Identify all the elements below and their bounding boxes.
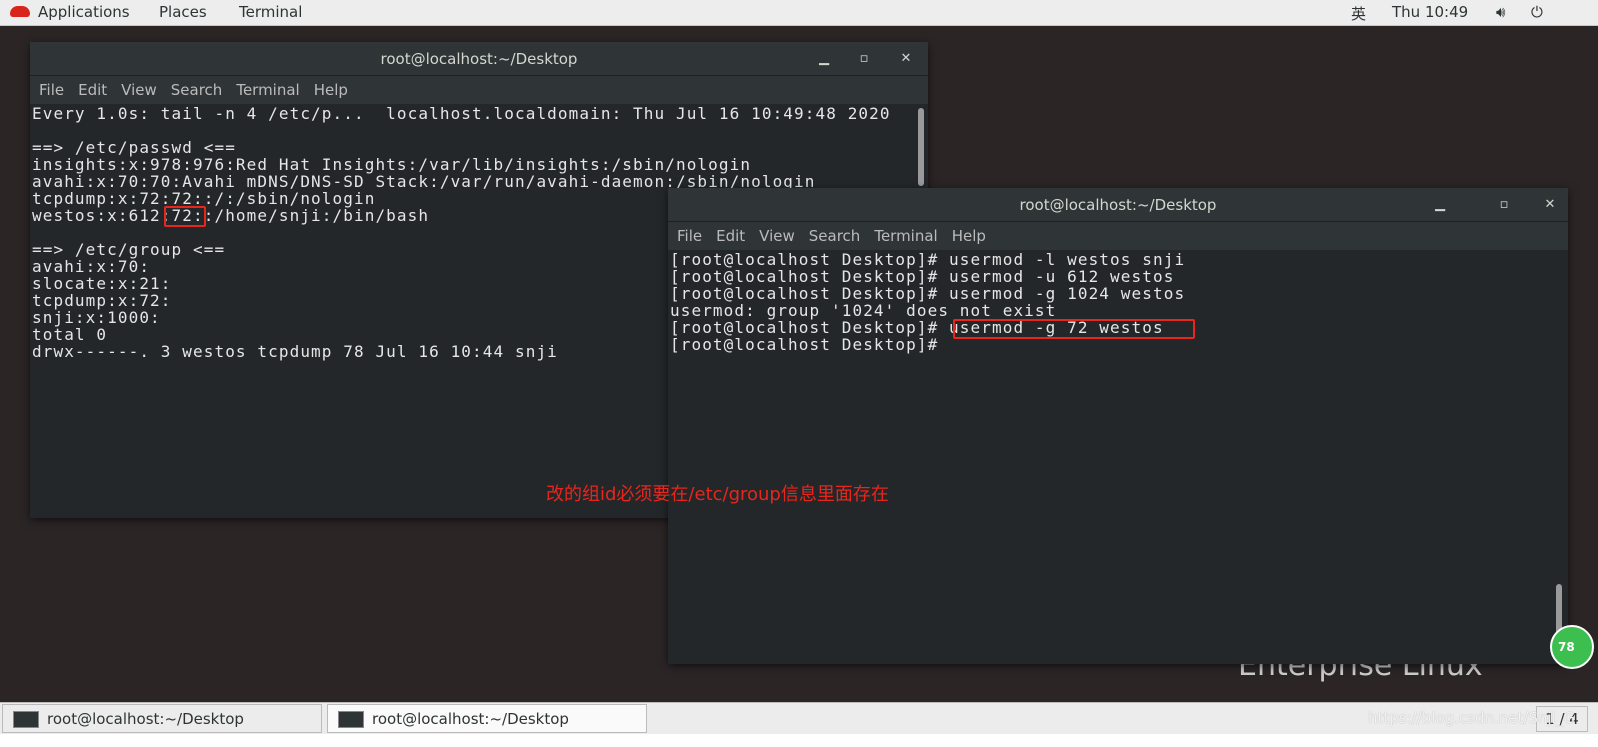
close-button[interactable]: ✕ [1538, 188, 1562, 222]
power-icon[interactable]: ⏻ [1531, 3, 1543, 21]
maximize-button[interactable]: ▫ [1492, 188, 1516, 222]
terminal-line: [root@localhost Desktop]# usermod -u 612… [670, 267, 1175, 286]
volume-icon[interactable]: 🔊︎ [1496, 3, 1505, 21]
annotation-text: 改的组id必须要在/etc/group信息里面存在 [546, 484, 889, 505]
top-bar: Applications Places Terminal 英 Thu 10:49… [0, 0, 1598, 26]
menu-search[interactable]: Search [809, 227, 861, 245]
badge: 78 [1550, 625, 1594, 669]
highlight-box [953, 319, 1195, 339]
close-button[interactable]: ✕ [894, 42, 918, 76]
terminal-line: ==> /etc/passwd <== [32, 138, 236, 157]
taskbar-item[interactable]: root@localhost:~/Desktop [2, 704, 322, 733]
clock[interactable]: Thu 10:49 [1392, 3, 1468, 21]
menu-edit[interactable]: Edit [716, 227, 745, 245]
terminal-line: [root@localhost Desktop]# usermod -g 102… [670, 284, 1186, 303]
menu-file[interactable]: File [39, 81, 64, 99]
terminal-window-right[interactable]: root@localhost:~/Desktop ▁ ▫ ✕ File Edit V… [668, 188, 1568, 664]
terminal-line: Every 1.0s: tail -n 4 /etc/p... localhos… [32, 104, 891, 123]
applications-menu[interactable]: Applications [38, 3, 130, 21]
terminal-menu[interactable]: Terminal [239, 3, 302, 21]
menu-help[interactable]: Help [952, 227, 986, 245]
minimize-button[interactable]: ▁ [1428, 188, 1452, 222]
places-menu[interactable]: Places [159, 3, 207, 21]
taskbar-item[interactable]: root@localhost:~/Desktop [327, 704, 647, 733]
window-title: root@localhost:~/Desktop [380, 50, 578, 68]
terminal-line: insights:x:978:976:Red Hat Insights:/var… [32, 155, 752, 174]
menu-search[interactable]: Search [171, 81, 223, 99]
terminal-line: usermod: group '1024' does not exist [670, 301, 1057, 320]
window-title: root@localhost:~/Desktop [1019, 196, 1217, 214]
task-label: root@localhost:~/Desktop [47, 710, 244, 728]
menu-terminal[interactable]: Terminal [236, 81, 299, 99]
redhat-icon [10, 6, 30, 17]
menu-bar: File Edit View Search Terminal Help [30, 76, 928, 104]
taskbar: root@localhost:~/Desktop root@localhost:… [0, 702, 1598, 734]
terminal-line: [root@localhost Desktop]# usermod -l wes… [670, 250, 1186, 269]
menu-terminal[interactable]: Terminal [874, 227, 937, 245]
scrollbar[interactable] [918, 108, 924, 186]
maximize-button[interactable]: ▫ [852, 42, 876, 76]
badge-value: 78 [1558, 640, 1575, 654]
terminal-icon [338, 711, 364, 728]
terminal-icon [13, 711, 39, 728]
minimize-button[interactable]: ▁ [812, 42, 836, 76]
input-method[interactable]: 英 [1351, 3, 1366, 24]
menu-edit[interactable]: Edit [78, 81, 107, 99]
watermark: https://blog.csdn.net/Snji_G [1368, 709, 1575, 727]
highlight-box [164, 206, 206, 227]
menu-view[interactable]: View [759, 227, 795, 245]
menu-bar: File Edit View Search Terminal Help [668, 222, 1568, 250]
menu-file[interactable]: File [677, 227, 702, 245]
task-label: root@localhost:~/Desktop [372, 710, 569, 728]
menu-view[interactable]: View [121, 81, 157, 99]
menu-help[interactable]: Help [314, 81, 348, 99]
